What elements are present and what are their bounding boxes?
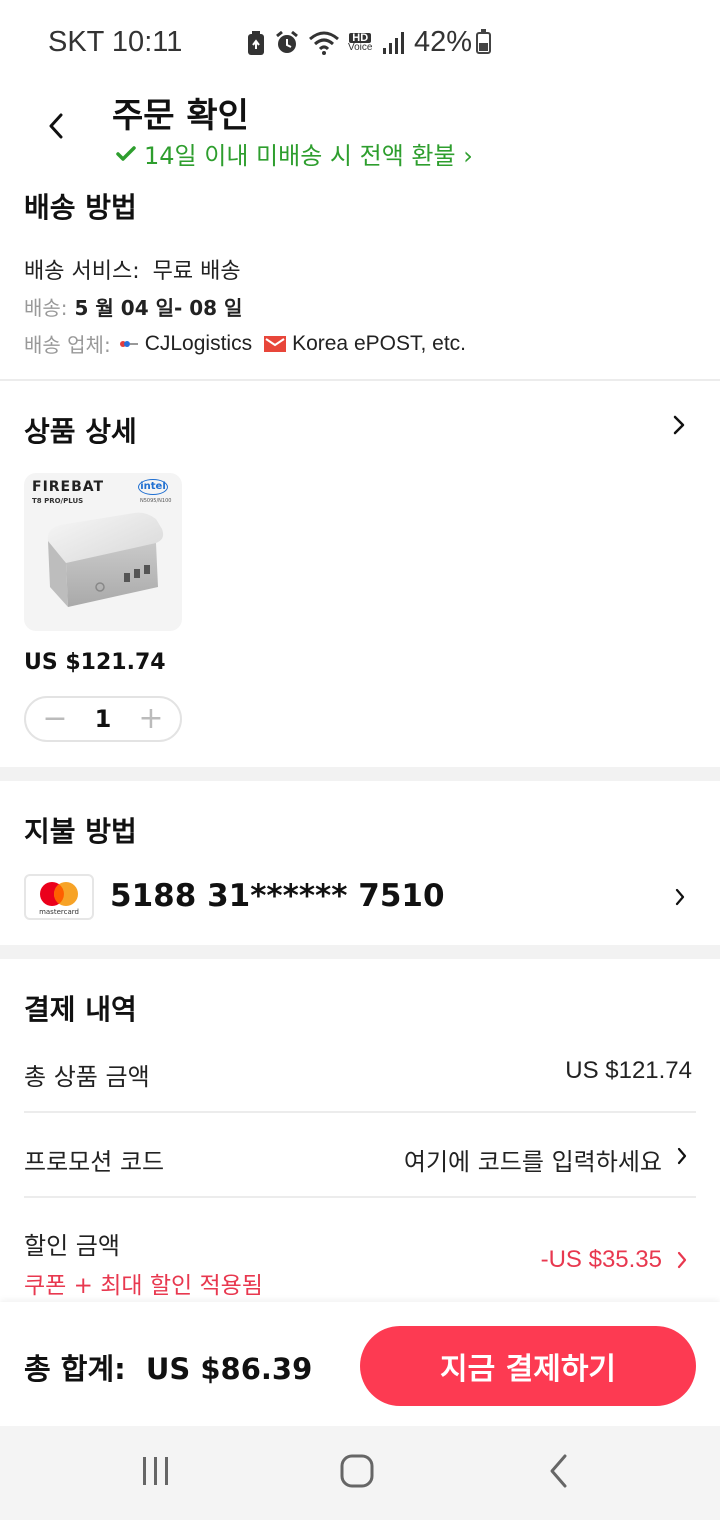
check-icon [116, 145, 136, 161]
total-row: 총 합계: US $86.39 [24, 1346, 312, 1388]
home-button[interactable] [338, 1452, 376, 1494]
discount-label: 할인 금액 [24, 1232, 120, 1260]
korea-post-logo-icon [264, 335, 287, 352]
carrier-1: CJLogistics [144, 331, 253, 355]
discount-chevron [676, 1250, 688, 1274]
product-model: T8 PRO/PLUS [32, 497, 84, 505]
chevron-right-icon [673, 415, 685, 435]
battery-icon [476, 29, 491, 54]
system-nav-bar [0, 1426, 720, 1520]
subtotal-label: 총 상품 금액 [24, 1063, 150, 1091]
cj-logistics-logo-icon [116, 335, 139, 352]
shipping-service-row: 배송 서비스: 무료 배송 [24, 253, 241, 285]
total-label: 총 합계: [24, 1352, 126, 1386]
carrier-row: 배송 업체: CJLogistics Korea ePOST, etc. [24, 329, 466, 358]
page-title: 주문 확인 [112, 96, 249, 136]
product-image[interactable]: FIREBAT T8 PRO/PLUS intel N5095/N100 [24, 473, 182, 631]
refund-notice-link[interactable]: 14일 이내 미배송 시 전액 환불 › [116, 136, 473, 171]
summary-section-title: 결제 내역 [24, 993, 137, 1026]
pay-now-button[interactable]: 지금 결제하기 [360, 1326, 696, 1406]
divider [0, 767, 720, 781]
product-brand: FIREBAT [32, 479, 105, 495]
chevron-right-icon [677, 1147, 687, 1165]
battery-saver-icon [248, 31, 264, 55]
mini-pc-illustration [47, 512, 164, 607]
shipping-section-title: 배송 방법 [24, 191, 137, 224]
product-price: US $121.74 [24, 650, 166, 675]
divider [24, 1111, 696, 1113]
chevron-right-icon [675, 888, 685, 906]
discount-note: 쿠폰 + 최대 할인 적용됨 [24, 1273, 263, 1299]
quantity-value: 1 [94, 705, 112, 733]
payment-section-title: 지불 방법 [24, 815, 137, 848]
refund-notice-text: 14일 이내 미배송 시 전액 환불 › [144, 142, 473, 170]
home-icon [340, 1454, 374, 1488]
carrier-2: Korea ePOST, etc. [292, 331, 466, 355]
back-button[interactable] [36, 104, 76, 148]
promo-code-label: 프로모션 코드 [24, 1148, 165, 1176]
shipping-service-value: 무료 배송 [152, 259, 241, 284]
subtotal-value: US $121.74 [565, 1057, 692, 1084]
total-value: US $86.39 [145, 1352, 313, 1386]
battery-percent: 42% [414, 26, 473, 58]
product-detail-chevron[interactable] [672, 414, 686, 440]
delivery-date: 5 월 04 일- 08 일 [74, 296, 243, 320]
carrier-time: SKT 10:11 [48, 26, 183, 58]
promo-chevron [676, 1146, 688, 1170]
carrier-label: 배송 업체: [24, 333, 111, 357]
delivery-date-row: 배송: 5 월 04 일- 08 일 [24, 292, 242, 321]
payment-chevron [674, 887, 686, 911]
divider [0, 945, 720, 959]
product-section-title: 상품 상세 [24, 415, 137, 448]
intel-logo: intel [138, 479, 168, 495]
chevron-right-icon [677, 1251, 687, 1269]
chip-model: N5095/N100 [140, 498, 172, 504]
alarm-icon [276, 30, 298, 53]
mastercard-logo: mastercard [24, 874, 94, 920]
quantity-decrease-button[interactable]: − [40, 704, 70, 734]
recent-apps-icon [143, 1457, 168, 1485]
quantity-stepper: − 1 + [24, 696, 182, 742]
back-icon [550, 1454, 567, 1488]
card-brand-text: mastercard [39, 908, 79, 916]
mastercard-icon [40, 882, 78, 906]
chevron-left-icon [49, 113, 63, 139]
promo-code-input[interactable]: 여기에 코드를 입력하세요 [404, 1142, 662, 1177]
delivery-label: 배송: [24, 296, 68, 320]
hd-voice-icon: HD Voice [348, 32, 373, 53]
signal-icon [383, 32, 405, 54]
wifi-icon [309, 31, 339, 55]
card-number: 5188 31****** 7510 [110, 878, 445, 914]
quantity-increase-button[interactable]: + [136, 704, 166, 734]
system-back-button[interactable] [544, 1452, 574, 1494]
shipping-service-label: 배송 서비스: [24, 259, 140, 284]
status-bar: SKT 10:11 HD Voice 42% [0, 0, 720, 84]
recent-apps-button[interactable] [138, 1454, 174, 1492]
status-icons: HD Voice [246, 30, 406, 56]
discount-value: -US $35.35 [540, 1246, 662, 1273]
divider [0, 379, 720, 381]
